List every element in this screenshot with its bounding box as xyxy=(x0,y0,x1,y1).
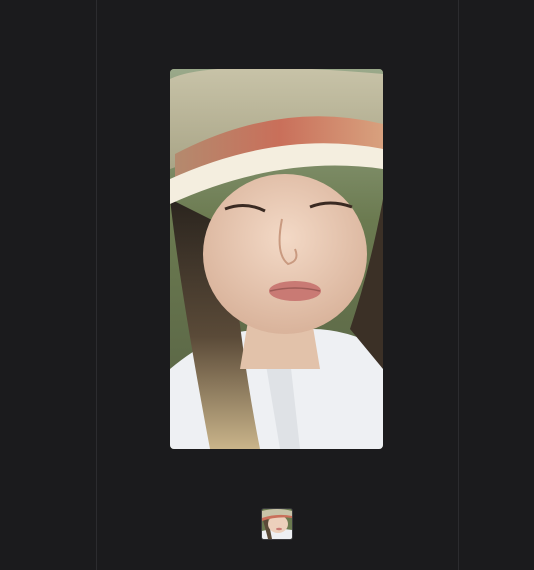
portrait-image xyxy=(170,69,383,449)
thumbnail-image xyxy=(262,509,292,539)
main-photo[interactable] xyxy=(170,69,383,449)
left-panel xyxy=(0,0,97,570)
right-panel xyxy=(458,0,534,570)
photo-viewer xyxy=(0,0,534,570)
thumbnail-item[interactable] xyxy=(262,509,292,539)
